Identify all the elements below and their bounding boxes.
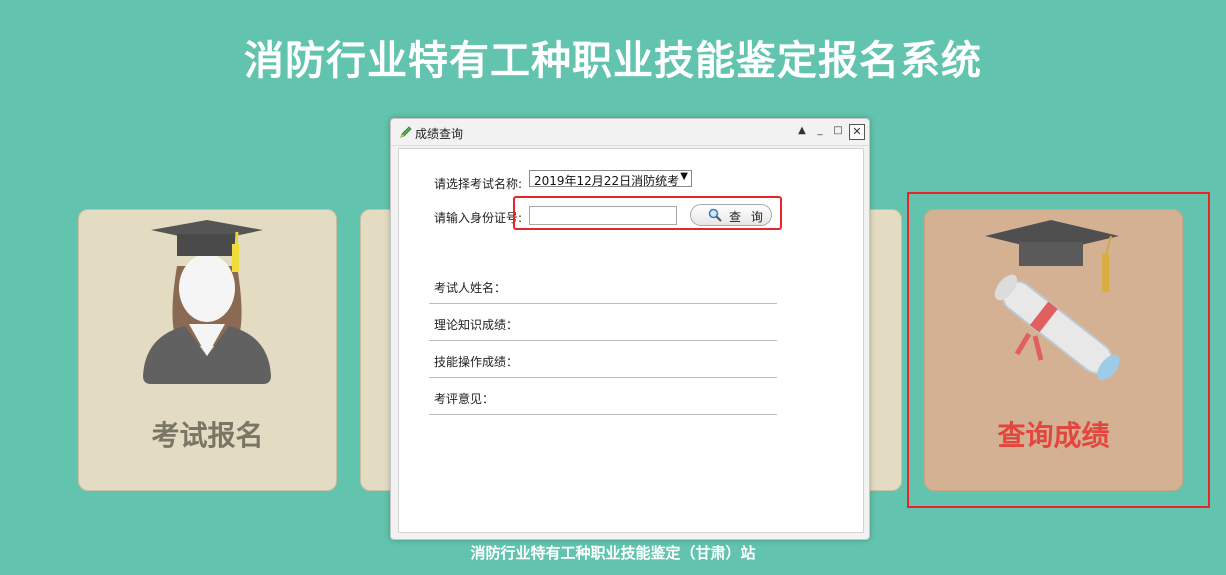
result-label: 考试人姓名： <box>434 281 507 295</box>
maximize-icon[interactable]: □ <box>832 125 844 137</box>
result-label: 理论知识成绩： <box>434 318 519 332</box>
result-label: 考评意见： <box>434 392 495 406</box>
page-title: 消防行业特有工种职业技能鉴定报名系统 <box>244 38 982 84</box>
result-row-comment: 考评意见： <box>429 378 777 415</box>
dialog-titlebar[interactable]: 成绩查询 ▲ _ □ ✕ <box>391 119 869 146</box>
collapse-icon[interactable]: ▲ <box>796 125 808 137</box>
id-number-label: 请输入身份证号: <box>434 211 523 225</box>
result-row-skill: 技能操作成绩： <box>429 341 777 378</box>
close-icon[interactable]: ✕ <box>849 124 865 140</box>
dropdown-arrow-icon: ▼ <box>680 171 688 182</box>
highlight-score-query-card <box>907 192 1210 508</box>
highlight-search-area <box>513 196 782 230</box>
pencil-icon <box>400 126 412 138</box>
dialog-title: 成绩查询 <box>415 127 464 141</box>
exam-registration-card[interactable]: 考试报名 <box>78 209 337 491</box>
exam-name-selected: 2019年12月22日消防统考 <box>534 174 680 187</box>
graduate-student-icon <box>143 220 271 384</box>
result-label: 技能操作成绩： <box>434 355 519 369</box>
exam-name-select[interactable]: 2019年12月22日消防统考 ▼ <box>529 170 692 187</box>
minimize-icon[interactable]: _ <box>814 125 826 137</box>
footer-text: 消防行业特有工种职业技能鉴定（甘肃）站 <box>470 544 756 562</box>
exam-registration-label: 考试报名 <box>151 419 264 452</box>
result-row-theory: 理论知识成绩： <box>429 304 777 341</box>
exam-name-label: 请选择考试名称: <box>434 177 523 191</box>
score-query-dialog: 成绩查询 ▲ _ □ ✕ 请选择考试名称: 2019年12月22日消防统考 ▼ … <box>390 118 870 540</box>
result-row-name: 考试人姓名： <box>429 267 777 304</box>
